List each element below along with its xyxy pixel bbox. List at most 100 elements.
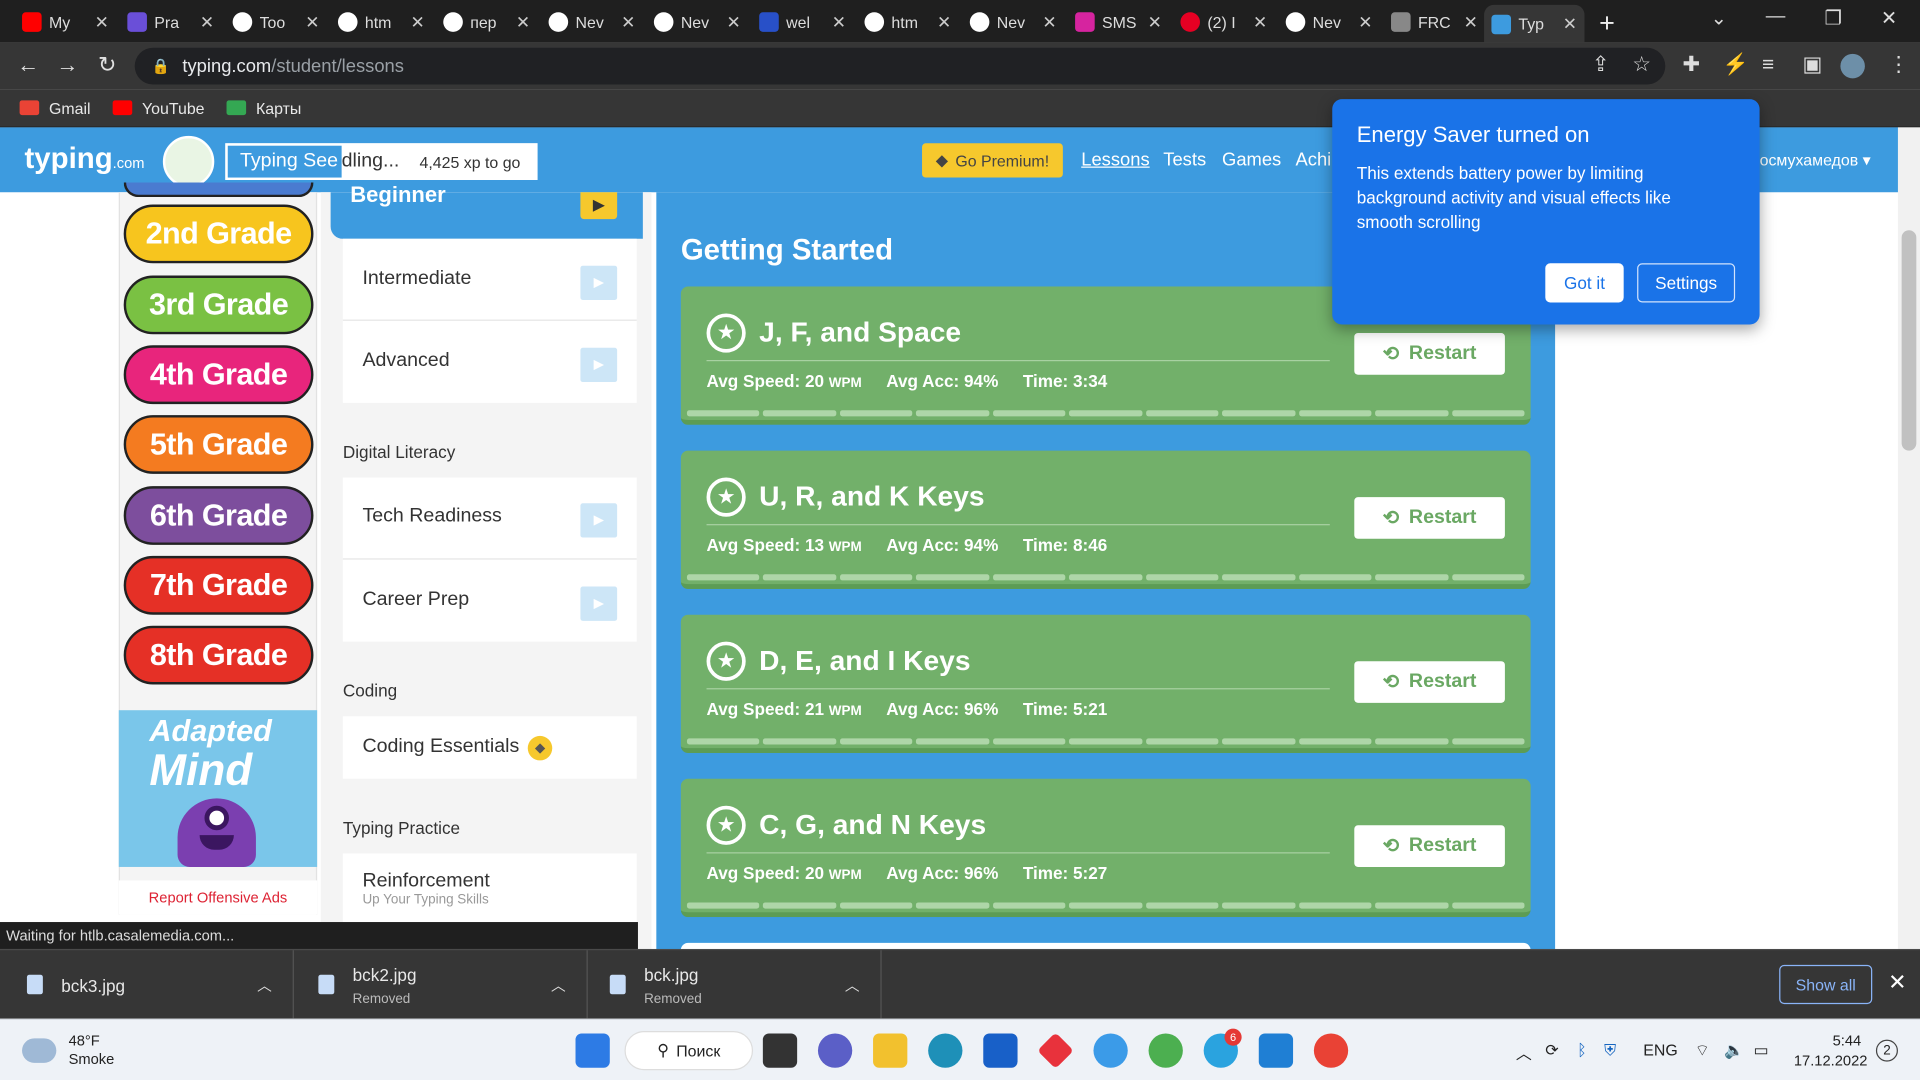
forward-icon[interactable]: → xyxy=(56,53,78,79)
close-tab-icon[interactable]: ✕ xyxy=(1464,12,1478,33)
course-tech-readiness[interactable]: Tech Readiness ▶ xyxy=(342,478,637,560)
store-icon[interactable] xyxy=(983,1033,1018,1068)
close-tab-icon[interactable]: ✕ xyxy=(1042,12,1056,33)
restart-button[interactable]: ⟲ Restart xyxy=(1354,825,1505,867)
browser-tab[interactable]: SMS ✕ xyxy=(1068,5,1170,39)
battery-icon[interactable]: ▭ xyxy=(1753,1041,1768,1061)
chrome-icon[interactable] xyxy=(1313,1033,1349,1068)
new-tab-button[interactable]: + xyxy=(1599,7,1615,39)
bluetooth-icon[interactable]: ᛒ xyxy=(1577,1041,1587,1059)
download-item[interactable]: bck.jpg Removed ︿ xyxy=(588,950,882,1021)
taskbar-search[interactable]: ⚲ Поиск xyxy=(624,1031,754,1071)
reload-icon[interactable]: ↻ xyxy=(98,53,116,79)
browser-tab[interactable]: Nev ✕ xyxy=(541,5,643,39)
browser-tab[interactable]: My ✕ xyxy=(15,5,117,39)
sync-icon[interactable]: ⟳ xyxy=(1545,1041,1558,1061)
site-logo[interactable]: typing.com xyxy=(24,142,144,176)
edge-icon[interactable] xyxy=(928,1033,963,1068)
clock[interactable]: 5:44 17.12.2022 xyxy=(1794,1031,1868,1070)
browser-tab[interactable]: Nev ✕ xyxy=(647,5,749,39)
notification-badge[interactable]: 2 xyxy=(1875,1039,1898,1062)
profile-avatar[interactable] xyxy=(1840,53,1865,79)
media-icon[interactable]: ≡ xyxy=(1762,53,1774,77)
grade-button[interactable]: 4th Grade xyxy=(123,345,314,405)
vscode-icon[interactable] xyxy=(1258,1033,1294,1068)
close-tab-icon[interactable]: ✕ xyxy=(937,12,951,33)
grade-button[interactable]: 8th Grade xyxy=(123,625,314,685)
browser-tab[interactable]: Nev ✕ xyxy=(962,5,1064,39)
extensions-icon[interactable]: ✚ xyxy=(1682,53,1699,77)
nav-achievements[interactable]: Achi xyxy=(1296,149,1332,170)
language-indicator[interactable]: ENG xyxy=(1643,1041,1677,1059)
chevron-down-icon[interactable]: ⌄ xyxy=(1711,6,1727,30)
task-view-icon[interactable] xyxy=(762,1033,798,1068)
close-tab-icon[interactable]: ✕ xyxy=(726,12,740,33)
level-progress[interactable]: Typing See dling... 4,425 xp to go xyxy=(225,143,538,181)
browser-tab[interactable]: FRC ✕ xyxy=(1384,5,1486,39)
browser-tab[interactable]: htm ✕ xyxy=(857,5,959,39)
scrollbar-thumb[interactable] xyxy=(1901,230,1917,451)
got-it-button[interactable]: Got it xyxy=(1545,263,1624,303)
chat-icon[interactable] xyxy=(817,1033,853,1068)
grade-button[interactable]: 6th Grade xyxy=(123,486,314,545)
address-bar[interactable]: 🔒 typing.com/student/lessons xyxy=(134,47,1666,85)
show-all-button[interactable]: Show all xyxy=(1779,964,1873,1005)
close-icon[interactable]: ✕ xyxy=(1888,970,1906,996)
close-tab-icon[interactable]: ✕ xyxy=(411,12,425,33)
grade-button[interactable]: 5th Grade xyxy=(123,415,314,474)
lesson-card[interactable]: ★ U, R, and K Keys Avg Speed: 13 WPM Avg … xyxy=(680,450,1531,589)
app-diamond-icon[interactable] xyxy=(1037,1032,1074,1069)
close-tab-icon[interactable]: ✕ xyxy=(1358,12,1372,33)
lesson-card[interactable]: ★ D, E, and I Keys Avg Speed: 21 WPM Avg … xyxy=(680,614,1531,754)
weather-widget[interactable]: 48°F Smoke xyxy=(22,1032,114,1069)
chrome-icon[interactable] xyxy=(1148,1033,1183,1068)
course-coding-essentials[interactable]: Coding Essentials ◆ xyxy=(342,716,637,779)
window-close-icon[interactable]: ✕ xyxy=(1881,6,1897,30)
browser-tab[interactable]: htm ✕ xyxy=(331,5,433,39)
course-intermediate[interactable]: Intermediate ▶ xyxy=(342,239,637,321)
browser-tab[interactable]: Pra ✕ xyxy=(120,5,222,39)
download-item[interactable]: bck3.jpg ︿ xyxy=(0,950,294,1021)
telegram-icon[interactable]: 6 xyxy=(1203,1028,1242,1068)
restart-button[interactable]: ⟲ Restart xyxy=(1354,497,1505,539)
start-icon[interactable] xyxy=(575,1033,610,1068)
bookmark-youtube[interactable]: YouTube xyxy=(112,99,205,117)
close-tab-icon[interactable]: ✕ xyxy=(1148,12,1162,33)
nav-tests[interactable]: Tests xyxy=(1163,149,1206,170)
settings-button[interactable]: Settings xyxy=(1637,263,1736,303)
restart-button[interactable]: ⟲ Restart xyxy=(1354,333,1505,375)
browser-tab[interactable]: пер ✕ xyxy=(436,5,538,39)
restore-icon[interactable]: ❐ xyxy=(1824,6,1842,30)
close-tab-icon[interactable]: ✕ xyxy=(621,12,635,33)
help-icon[interactable] xyxy=(1093,1033,1128,1068)
close-tab-icon[interactable]: ✕ xyxy=(95,12,109,33)
close-tab-icon[interactable]: ✕ xyxy=(516,12,530,33)
go-premium-button[interactable]: ◆ Go Premium! xyxy=(922,143,1063,178)
chevron-up-icon[interactable]: ︿ xyxy=(257,975,272,996)
avatar[interactable] xyxy=(162,135,215,188)
close-tab-icon[interactable]: ✕ xyxy=(305,12,319,33)
browser-tab[interactable]: Too ✕ xyxy=(225,5,327,39)
minimize-icon[interactable]: — xyxy=(1766,6,1786,28)
grade-button[interactable]: 7th Grade xyxy=(123,555,314,615)
grade-button[interactable]: 2nd Grade xyxy=(123,204,314,264)
close-tab-icon[interactable]: ✕ xyxy=(1563,13,1577,34)
adapted-mind-ad[interactable]: Adapted Mind xyxy=(118,710,318,867)
browser-tab[interactable]: wel ✕ xyxy=(752,5,854,39)
grade-button[interactable]: 3rd Grade xyxy=(123,275,314,335)
chevron-up-icon[interactable]: ︿ xyxy=(1516,1041,1532,1064)
course-reinforcement[interactable]: Reinforcement Up Your Typing Skills xyxy=(342,853,637,923)
nav-lessons[interactable]: Lessons xyxy=(1081,149,1149,170)
energy-saver-icon[interactable]: ⚡ xyxy=(1723,53,1749,77)
nav-games[interactable]: Games xyxy=(1222,149,1281,170)
browser-tab-active[interactable]: Typ ✕ xyxy=(1484,4,1585,43)
chevron-up-icon[interactable]: ︿ xyxy=(845,975,860,996)
restart-button[interactable]: ⟲ Restart xyxy=(1354,661,1505,703)
user-menu[interactable]: осмухамедов ▾ xyxy=(1760,151,1871,171)
file-explorer-icon[interactable] xyxy=(873,1033,908,1068)
browser-tab[interactable]: Nev ✕ xyxy=(1278,5,1380,39)
back-icon[interactable]: ← xyxy=(17,53,39,79)
download-item[interactable]: bck2.jpg Removed ︿ xyxy=(294,950,588,1021)
menu-icon[interactable]: ⋮ xyxy=(1888,53,1909,77)
browser-tab[interactable]: (2) I ✕ xyxy=(1173,5,1275,39)
